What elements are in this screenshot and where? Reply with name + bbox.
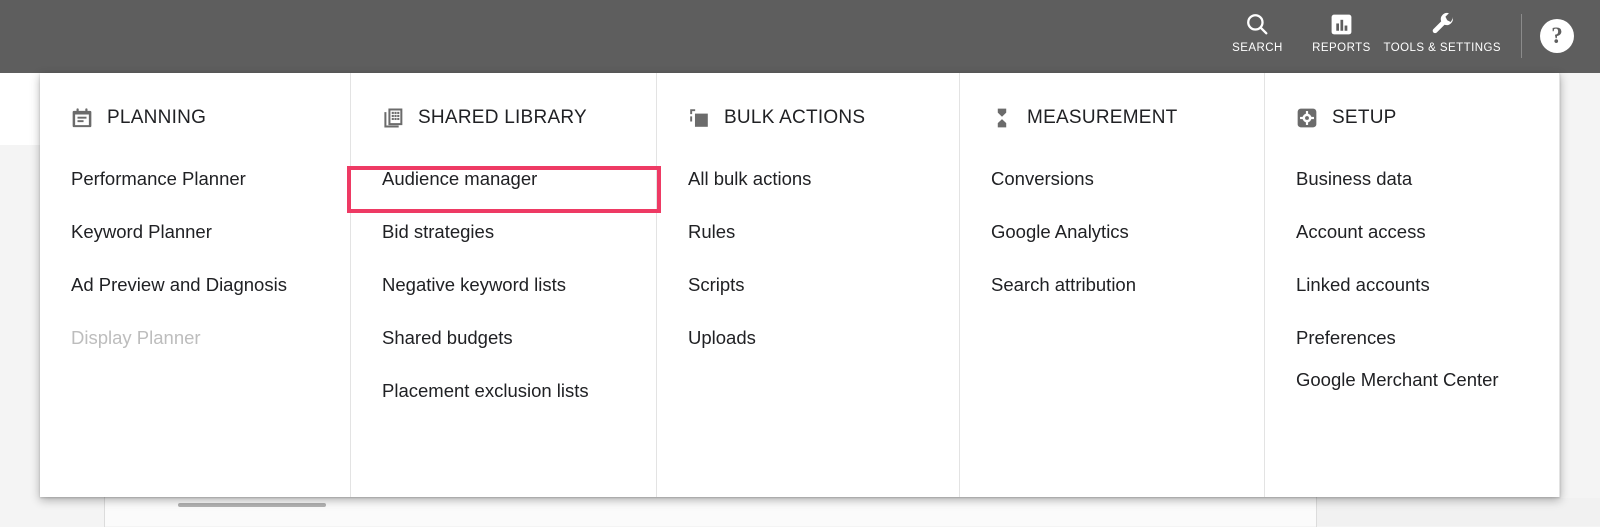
menu-column-header-setup: SETUP <box>1265 107 1559 129</box>
menu-column-planning: PLANNING Performance Planner Keyword Pla… <box>40 73 351 497</box>
menu-item-negative-keyword-lists[interactable]: Negative keyword lists <box>351 258 656 311</box>
search-button-label: SEARCH <box>1232 42 1283 55</box>
menu-item-account-access[interactable]: Account access <box>1265 205 1559 258</box>
menu-item-bid-strategies[interactable]: Bid strategies <box>351 205 656 258</box>
menu-item-ad-preview-and-diagnosis[interactable]: Ad Preview and Diagnosis <box>40 258 350 311</box>
hourglass-icon <box>991 107 1013 129</box>
menu-item-business-data[interactable]: Business data <box>1265 152 1559 205</box>
calendar-note-icon <box>71 107 93 129</box>
menu-item-audience-manager[interactable]: Audience manager <box>351 152 656 205</box>
menu-item-conversions[interactable]: Conversions <box>960 152 1264 205</box>
copy-layers-icon <box>688 107 710 129</box>
background-card-edge-left <box>104 497 105 527</box>
menu-item-google-merchant-center[interactable]: Google Merchant Center <box>1265 364 1559 406</box>
menu-item-scripts[interactable]: Scripts <box>657 258 959 311</box>
menu-item-linked-accounts[interactable]: Linked accounts <box>1265 258 1559 311</box>
background-card-edge-right <box>1316 497 1317 527</box>
menu-column-title: SHARED LIBRARY <box>418 107 587 129</box>
menu-column-title: SETUP <box>1332 107 1397 129</box>
menu-item-google-analytics[interactable]: Google Analytics <box>960 205 1264 258</box>
menu-column-shared-library: SHARED LIBRARY Audience manager Bid stra… <box>351 73 657 497</box>
app-bar-actions: SEARCH REPORTS TOOLS & SETTINGS <box>1215 0 1600 73</box>
menu-column-measurement: MEASUREMENT Conversions Google Analytics… <box>960 73 1265 497</box>
menu-column-title: PLANNING <box>107 107 206 129</box>
background-bottom-strip-right <box>1317 498 1600 526</box>
app-bar-divider <box>1521 14 1522 58</box>
search-button[interactable]: SEARCH <box>1215 0 1299 55</box>
reports-bar-chart-icon <box>1329 11 1354 37</box>
menu-item-uploads[interactable]: Uploads <box>657 311 959 364</box>
tools-and-settings-button-label: TOOLS & SETTINGS <box>1383 42 1501 55</box>
background-active-tab-underline <box>178 503 326 507</box>
search-icon <box>1244 11 1270 37</box>
menu-item-placement-exclusion-lists[interactable]: Placement exclusion lists <box>351 364 656 417</box>
menu-item-performance-planner[interactable]: Performance Planner <box>40 152 350 205</box>
menu-item-search-attribution[interactable]: Search attribution <box>960 258 1264 311</box>
tools-and-settings-button[interactable]: TOOLS & SETTINGS <box>1383 0 1501 55</box>
menu-column-header-shared-library: SHARED LIBRARY <box>351 107 656 129</box>
reports-button-label: REPORTS <box>1312 42 1371 55</box>
menu-column-setup: SETUP Business data Account access Linke… <box>1265 73 1560 497</box>
menu-item-shared-budgets[interactable]: Shared budgets <box>351 311 656 364</box>
menu-column-bulk-actions: BULK ACTIONS All bulk actions Rules Scri… <box>657 73 960 497</box>
menu-column-header-bulk-actions: BULK ACTIONS <box>657 107 959 129</box>
reports-button[interactable]: REPORTS <box>1299 0 1383 55</box>
menu-item-display-planner: Display Planner <box>40 311 350 364</box>
tools-and-settings-menu: PLANNING Performance Planner Keyword Pla… <box>40 73 1560 497</box>
menu-item-preferences[interactable]: Preferences <box>1265 311 1559 364</box>
menu-column-title: BULK ACTIONS <box>724 107 865 129</box>
help-button[interactable]: ? <box>1540 19 1574 53</box>
menu-item-keyword-planner[interactable]: Keyword Planner <box>40 205 350 258</box>
wrench-icon <box>1429 11 1456 37</box>
menu-column-header-measurement: MEASUREMENT <box>960 107 1264 129</box>
menu-item-all-bulk-actions[interactable]: All bulk actions <box>657 152 959 205</box>
menu-column-header-planning: PLANNING <box>40 107 350 129</box>
menu-item-rules[interactable]: Rules <box>657 205 959 258</box>
menu-column-title: MEASUREMENT <box>1027 107 1178 129</box>
top-app-bar: SEARCH REPORTS TOOLS & SETTINGS <box>0 0 1600 73</box>
gear-square-icon <box>1296 107 1318 129</box>
grid-library-icon <box>382 107 404 129</box>
